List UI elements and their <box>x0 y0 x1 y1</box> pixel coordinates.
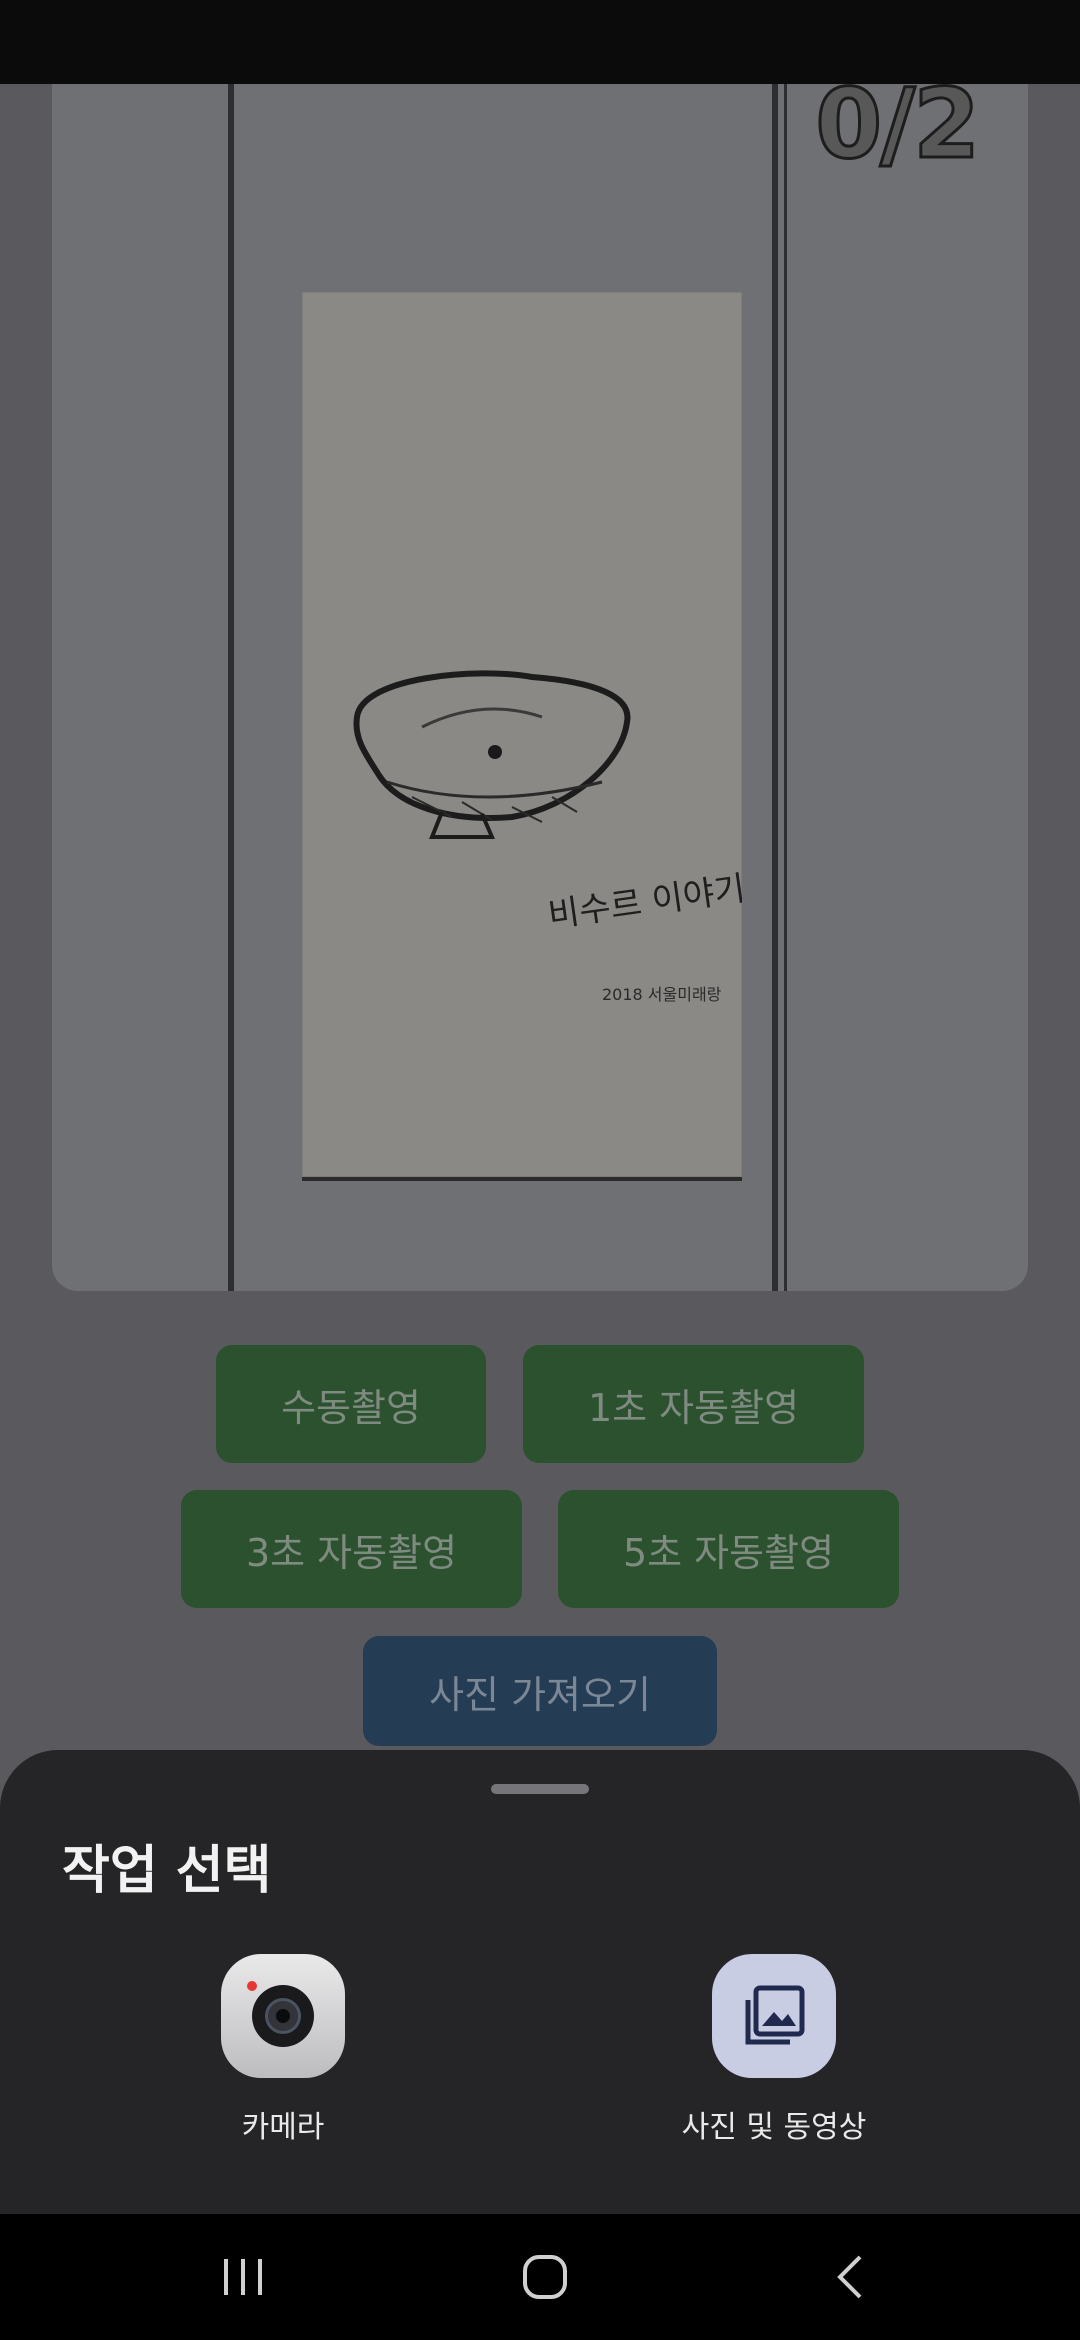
capture-counter: 0/2 <box>814 84 982 182</box>
camera-preview: 비수르 이야기 2018 서울미래랑 0/2 <box>52 84 1028 1291</box>
back-icon[interactable] <box>790 2214 910 2340</box>
recent-apps-icon[interactable] <box>183 2214 303 2340</box>
gallery-option-label: 사진 및 동영상 <box>681 2110 867 2145</box>
sheet-title: 작업 선택 <box>62 1841 272 1901</box>
gallery-option[interactable]: 사진 및 동영상 <box>604 1954 944 2146</box>
import-photo-button[interactable]: 사진 가져오기 <box>363 1636 717 1746</box>
auto-capture-3s-button[interactable]: 3초 자동촬영 <box>181 1490 522 1608</box>
camera-icon[interactable] <box>221 1954 345 2078</box>
status-bar <box>0 0 1080 84</box>
auto-capture-1s-button[interactable]: 1초 자동촬영 <box>523 1345 864 1463</box>
sheet-drag-handle[interactable] <box>491 1784 589 1794</box>
drawing-title-text: 비수르 이야기 <box>546 869 742 936</box>
bowl-drawing: 비수르 이야기 2018 서울미래랑 <box>353 670 748 1004</box>
auto-capture-5s-button[interactable]: 5초 자동촬영 <box>558 1490 899 1608</box>
home-icon[interactable] <box>485 2214 605 2340</box>
wall-edge <box>772 84 778 1291</box>
wall-edge <box>228 84 234 1291</box>
drawing-signature-text: 2018 서울미래랑 <box>602 985 722 1004</box>
camera-option[interactable]: 카메라 <box>113 1954 453 2146</box>
action-chooser-sheet: 작업 선택 카메라 사진 및 동영상 <box>0 1750 1080 2214</box>
wall-edge <box>784 84 787 1291</box>
gallery-icon[interactable] <box>712 1954 836 2078</box>
camera-option-label: 카메라 <box>241 2110 325 2145</box>
navigation-bar <box>0 2214 1080 2340</box>
drawing-paper: 비수르 이야기 2018 서울미래랑 <box>302 292 748 1181</box>
manual-capture-button[interactable]: 수동촬영 <box>216 1345 486 1463</box>
